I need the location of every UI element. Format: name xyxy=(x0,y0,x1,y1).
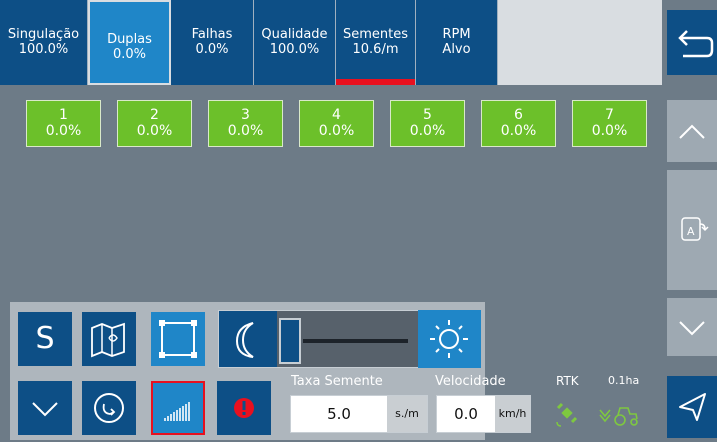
row-value: 0.0% xyxy=(227,123,264,139)
row-number: 7 xyxy=(605,107,614,123)
satellite-icon xyxy=(556,402,578,427)
row-card-3[interactable]: 3 0.0% xyxy=(208,100,283,147)
scroll-down-button[interactable] xyxy=(667,298,717,356)
row-card-2[interactable]: 2 0.0% xyxy=(117,100,192,147)
active-indicator xyxy=(336,79,415,85)
frame-icon xyxy=(159,320,197,358)
chevron-up-icon xyxy=(679,124,705,139)
navigation-arrow-icon xyxy=(679,393,706,421)
rotate-button[interactable] xyxy=(82,381,136,435)
velocidade-unit: km/h xyxy=(495,396,530,432)
tab-singulacao-label: Singulação xyxy=(7,27,80,42)
row-card-1[interactable]: 1 0.0% xyxy=(26,100,101,147)
tab-singulacao-value: 100.0% xyxy=(18,42,69,57)
tab-sementes-label: Sementes xyxy=(342,27,409,42)
taxa-semente-value: 5.0 xyxy=(327,405,351,423)
chevron-down-icon xyxy=(679,321,705,336)
map-button[interactable] xyxy=(82,312,136,366)
row-card-4[interactable]: 4 0.0% xyxy=(299,100,374,147)
tab-falhas-value: 0.0% xyxy=(195,42,229,57)
tab-falhas[interactable]: Falhas 0.0% xyxy=(171,0,254,85)
row-value: 0.0% xyxy=(591,123,628,139)
tab-rpm[interactable]: RPM Alvo xyxy=(416,0,498,85)
taxa-semente-unit: s./m xyxy=(387,396,427,432)
row-value: 0.0% xyxy=(409,123,446,139)
frame-button[interactable] xyxy=(151,312,205,366)
row-card-5[interactable]: 5 0.0% xyxy=(390,100,465,147)
scroll-up-button[interactable] xyxy=(667,100,717,162)
svg-text:A: A xyxy=(687,225,695,238)
alert-icon xyxy=(234,398,254,418)
row-value: 0.0% xyxy=(45,123,82,139)
tab-sementes[interactable]: Sementes 10.6/m xyxy=(336,0,416,85)
auto-mode-button[interactable]: A xyxy=(667,170,717,290)
rtk-label: RTK xyxy=(556,374,579,388)
row-number: 4 xyxy=(332,107,341,123)
auto-mode-icon: A xyxy=(681,217,709,241)
tab-qualidade-label: Qualidade xyxy=(261,27,328,42)
rotate-icon xyxy=(94,393,124,423)
slider-track xyxy=(303,339,408,343)
signal-bars-icon xyxy=(164,402,190,421)
tab-qualidade-value: 100.0% xyxy=(269,42,320,57)
row-value: 0.0% xyxy=(136,123,173,139)
tab-rpm-value: Alvo xyxy=(442,42,471,57)
tab-duplas-label: Duplas xyxy=(107,32,152,47)
s-button[interactable]: S xyxy=(18,312,72,366)
tab-rpm-label: RPM xyxy=(442,27,471,42)
row-number: 3 xyxy=(241,107,250,123)
tractor-icon xyxy=(599,407,638,426)
back-arrow-icon xyxy=(678,30,714,58)
tab-falhas-label: Falhas xyxy=(191,27,233,42)
row-card-7[interactable]: 7 0.0% xyxy=(572,100,647,147)
tab-duplas-value: 0.0% xyxy=(112,47,147,62)
row-number: 1 xyxy=(59,107,68,123)
row-number: 6 xyxy=(514,107,523,123)
navigation-button[interactable] xyxy=(667,376,717,438)
day-mode-button[interactable] xyxy=(418,310,481,368)
tab-singulacao[interactable]: Singulação 100.0% xyxy=(0,0,88,85)
tab-qualidade[interactable]: Qualidade 100.0% xyxy=(254,0,336,85)
taxa-semente-label: Taxa Semente xyxy=(291,374,383,389)
map-icon xyxy=(91,322,125,358)
velocidade-field[interactable]: 0.0 km/h xyxy=(436,395,531,433)
row-value: 0.0% xyxy=(318,123,355,139)
velocidade-value: 0.0 xyxy=(454,405,478,423)
sun-icon xyxy=(430,320,468,358)
alert-button[interactable] xyxy=(217,381,271,435)
row-card-6[interactable]: 6 0.0% xyxy=(481,100,556,147)
row-number: 5 xyxy=(423,107,432,123)
back-button[interactable] xyxy=(667,10,717,75)
tab-duplas[interactable]: Duplas 0.0% xyxy=(88,0,171,85)
expand-down-button[interactable] xyxy=(18,381,72,435)
taxa-semente-field[interactable]: 5.0 s./m xyxy=(290,395,428,433)
moon-icon xyxy=(235,322,254,358)
night-mode-button[interactable] xyxy=(219,311,277,367)
slider-handle[interactable] xyxy=(279,318,301,364)
row-value: 0.0% xyxy=(500,123,537,139)
row-number: 2 xyxy=(150,107,159,123)
area-value: 0.1ha xyxy=(608,374,640,387)
tab-sementes-value: 10.6/m xyxy=(352,42,399,57)
velocidade-label: Velocidade xyxy=(435,374,506,389)
chevron-down-icon xyxy=(32,402,58,417)
signal-button[interactable] xyxy=(151,381,205,435)
